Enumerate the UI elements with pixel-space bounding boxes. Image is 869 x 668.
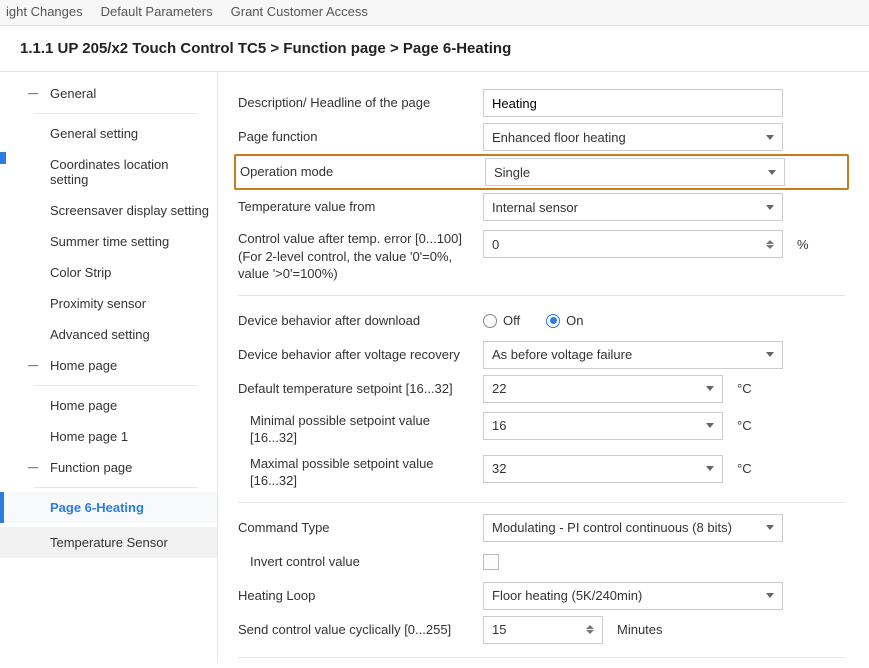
select-page-function[interactable]: Enhanced floor heating — [483, 123, 783, 151]
sidebar-item-screensaver[interactable]: Screensaver display setting — [0, 195, 217, 226]
chevron-down-icon — [766, 135, 774, 140]
tree-section-home[interactable]: Home page — [0, 350, 217, 381]
selection-gutter-mark — [0, 152, 6, 164]
select-value: Internal sensor — [492, 200, 578, 215]
select-value: 32 — [492, 461, 506, 476]
select-value: 22 — [492, 381, 506, 396]
spinner-icon[interactable] — [766, 240, 774, 249]
chevron-down-icon — [706, 466, 714, 471]
collapse-icon — [28, 93, 38, 95]
label-behavior-download: Device behavior after download — [238, 312, 483, 330]
select-heating-loop[interactable]: Floor heating (5K/240min) — [483, 582, 783, 610]
chevron-down-icon — [766, 593, 774, 598]
numeric-value: 15 — [492, 622, 506, 637]
unit-percent: % — [797, 237, 809, 252]
sidebar-item-general-setting[interactable]: General setting — [0, 118, 217, 149]
label-default-setpoint: Default temperature setpoint [16...32] — [238, 380, 483, 398]
select-value: Modulating - PI control continuous (8 bi… — [492, 520, 732, 535]
breadcrumb: 1.1.1 UP 205/x2 Touch Control TC5 > Func… — [0, 26, 869, 72]
menu-grant-customer-access[interactable]: Grant Customer Access — [231, 4, 368, 19]
label-max-setpoint: Maximal possible setpoint value [16...32… — [238, 455, 483, 490]
collapse-icon — [28, 365, 38, 367]
unit-celsius: °C — [737, 461, 752, 476]
chevron-down-icon — [766, 525, 774, 530]
chevron-down-icon — [766, 205, 774, 210]
chevron-down-icon — [706, 423, 714, 428]
select-value: Enhanced floor heating — [492, 130, 626, 145]
input-send-cyclic[interactable]: 15 — [483, 616, 603, 644]
sidebar: General General setting Coordinates loca… — [0, 72, 218, 662]
label-description: Description/ Headline of the page — [238, 94, 483, 112]
label-control-value-error: Control value after temp. error [0...100… — [238, 230, 483, 283]
select-value: Single — [494, 165, 530, 180]
label-operation-mode: Operation mode — [240, 163, 485, 181]
label-temp-from: Temperature value from — [238, 198, 483, 216]
input-control-value-error[interactable]: 0 — [483, 230, 783, 258]
select-command-type[interactable]: Modulating - PI control continuous (8 bi… — [483, 514, 783, 542]
checkbox-invert-control[interactable] — [483, 554, 499, 570]
select-value: As before voltage failure — [492, 347, 632, 362]
tree-section-general[interactable]: General — [0, 78, 217, 109]
chevron-down-icon — [706, 386, 714, 391]
sidebar-item-home-page-1[interactable]: Home page 1 — [0, 421, 217, 452]
sidebar-item-temperature-sensor[interactable]: Temperature Sensor — [0, 527, 217, 558]
input-description[interactable] — [483, 89, 783, 117]
divider — [238, 295, 845, 296]
radio-download-off[interactable]: Off — [483, 313, 520, 328]
label-behavior-voltage: Device behavior after voltage recovery — [238, 346, 483, 364]
tree-section-function[interactable]: Function page — [0, 452, 217, 483]
collapse-icon — [28, 467, 38, 469]
divider — [238, 657, 845, 658]
sidebar-item-proximity[interactable]: Proximity sensor — [0, 288, 217, 319]
select-value: Floor heating (5K/240min) — [492, 588, 642, 603]
select-default-setpoint[interactable]: 22 — [483, 375, 723, 403]
select-temp-from[interactable]: Internal sensor — [483, 193, 783, 221]
label-invert-control: Invert control value — [238, 553, 483, 571]
label-send-cyclic: Send control value cyclically [0...255] — [238, 621, 483, 639]
sidebar-item-home-page[interactable]: Home page — [0, 390, 217, 421]
radio-icon — [546, 314, 560, 328]
select-max-setpoint[interactable]: 32 — [483, 455, 723, 483]
parameter-form: Description/ Headline of the page Page f… — [218, 72, 869, 662]
select-value: 16 — [492, 418, 506, 433]
tree-section-label: General — [50, 86, 96, 101]
unit-celsius: °C — [737, 381, 752, 396]
unit-minutes: Minutes — [617, 622, 663, 637]
sidebar-item-advanced[interactable]: Advanced setting — [0, 319, 217, 350]
radio-download-on[interactable]: On — [546, 313, 583, 328]
radio-label: Off — [503, 313, 520, 328]
menu-default-parameters[interactable]: Default Parameters — [101, 4, 213, 19]
sidebar-item-page6-heating[interactable]: Page 6-Heating — [0, 492, 217, 523]
label-min-setpoint: Minimal possible setpoint value [16...32… — [238, 412, 483, 447]
label-heating-loop: Heating Loop — [238, 587, 483, 605]
sidebar-item-summer-time[interactable]: Summer time setting — [0, 226, 217, 257]
sidebar-item-color-strip[interactable]: Color Strip — [0, 257, 217, 288]
unit-celsius: °C — [737, 418, 752, 433]
select-operation-mode[interactable]: Single — [485, 158, 785, 186]
radio-label: On — [566, 313, 583, 328]
tree-section-label: Home page — [50, 358, 117, 373]
chevron-down-icon — [766, 352, 774, 357]
menu-highlight-changes[interactable]: ight Changes — [6, 4, 83, 19]
tree-section-label: Function page — [50, 460, 132, 475]
numeric-value: 0 — [492, 237, 499, 252]
top-menu-bar: ight Changes Default Parameters Grant Cu… — [0, 0, 869, 26]
select-min-setpoint[interactable]: 16 — [483, 412, 723, 440]
label-command-type: Command Type — [238, 519, 483, 537]
spinner-icon[interactable] — [586, 625, 594, 634]
select-behavior-voltage[interactable]: As before voltage failure — [483, 341, 783, 369]
label-page-function: Page function — [238, 128, 483, 146]
sidebar-item-coordinates[interactable]: Coordinates location setting — [0, 149, 217, 195]
chevron-down-icon — [768, 170, 776, 175]
radio-icon — [483, 314, 497, 328]
divider — [238, 502, 845, 503]
